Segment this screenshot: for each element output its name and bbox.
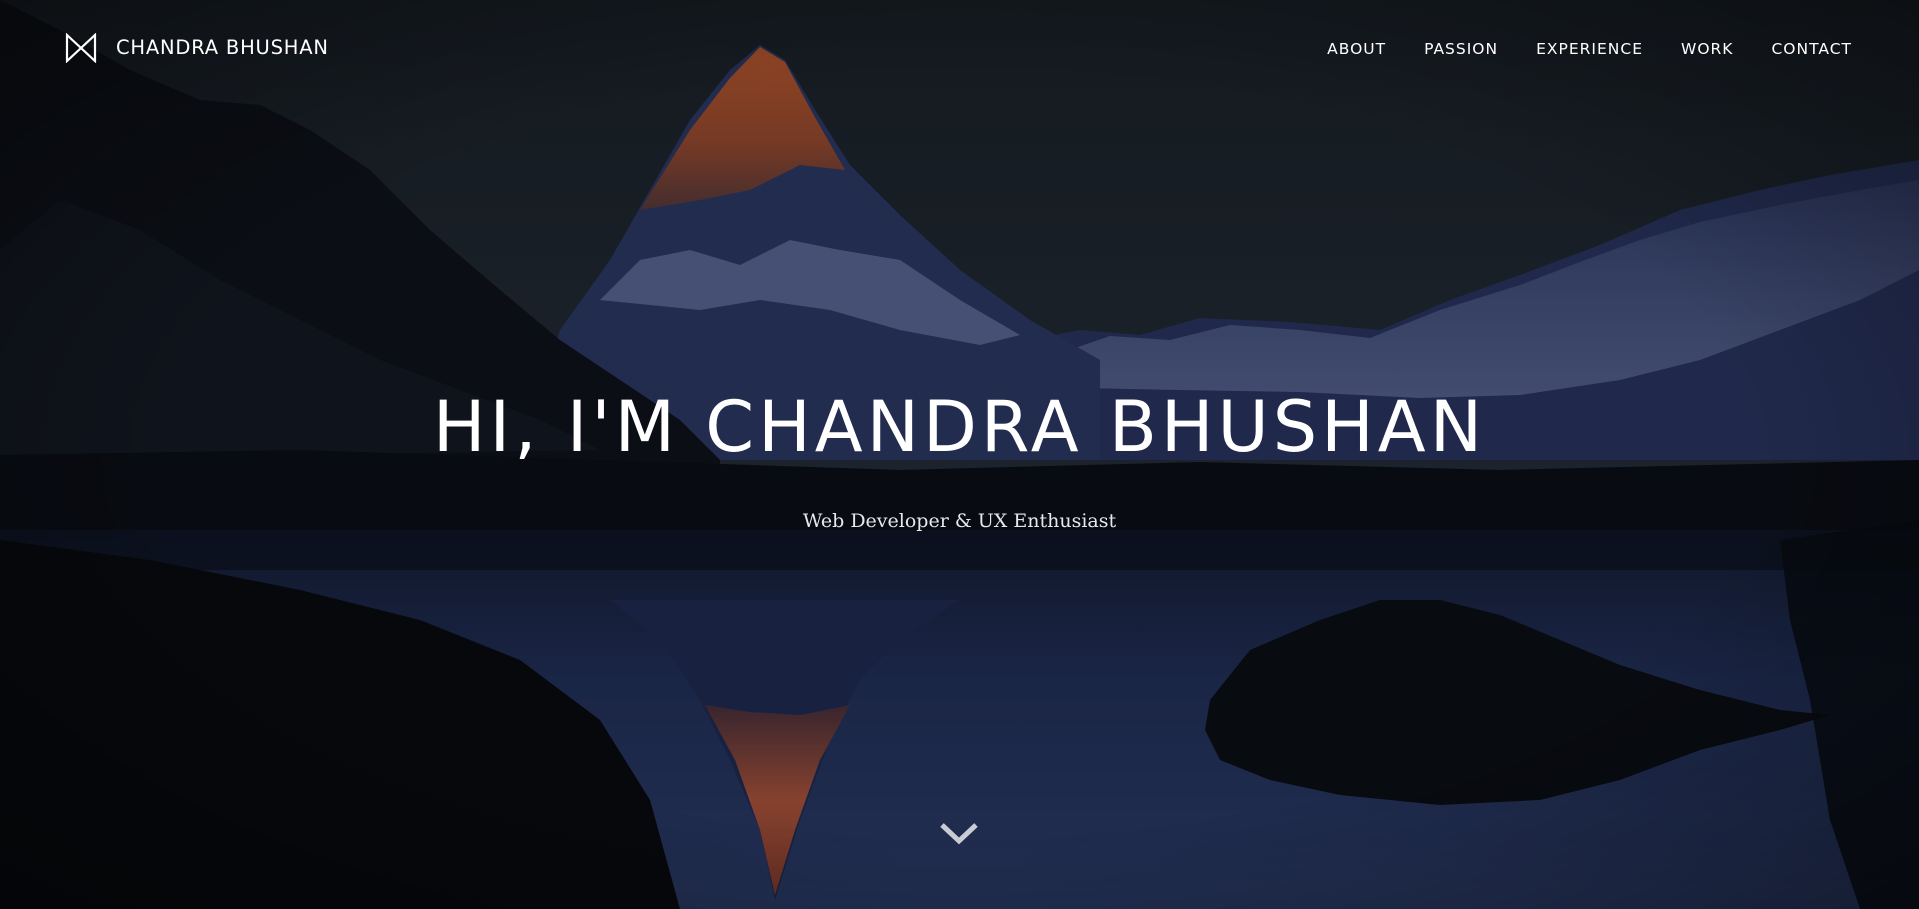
hero-headline: HI, I'M CHANDRA BHUSHAN [432, 386, 1487, 468]
nav-item-about[interactable]: ABOUT [1327, 36, 1386, 62]
hero-section: CHANDRA BHUSHAN ABOUT PASSION EXPERIENCE… [0, 0, 1919, 909]
chevron-down-icon [940, 823, 978, 845]
nav-menu: ABOUT PASSION EXPERIENCE WORK CONTACT [1327, 36, 1852, 62]
bowtie-logo-icon [65, 33, 97, 63]
nav-item-passion[interactable]: PASSION [1424, 36, 1498, 62]
nav-item-experience[interactable]: EXPERIENCE [1536, 36, 1643, 62]
nav-item-contact[interactable]: CONTACT [1771, 36, 1852, 62]
nav-item-work[interactable]: WORK [1681, 36, 1733, 62]
brand-name: CHANDRA BHUSHAN [116, 36, 329, 59]
hero-tagline: Web Developer & UX Enthusiast [802, 510, 1117, 532]
top-navbar: CHANDRA BHUSHAN ABOUT PASSION EXPERIENCE… [0, 0, 1919, 100]
scroll-down-button[interactable] [938, 816, 980, 850]
brand-home-link[interactable]: CHANDRA BHUSHAN [65, 33, 329, 63]
